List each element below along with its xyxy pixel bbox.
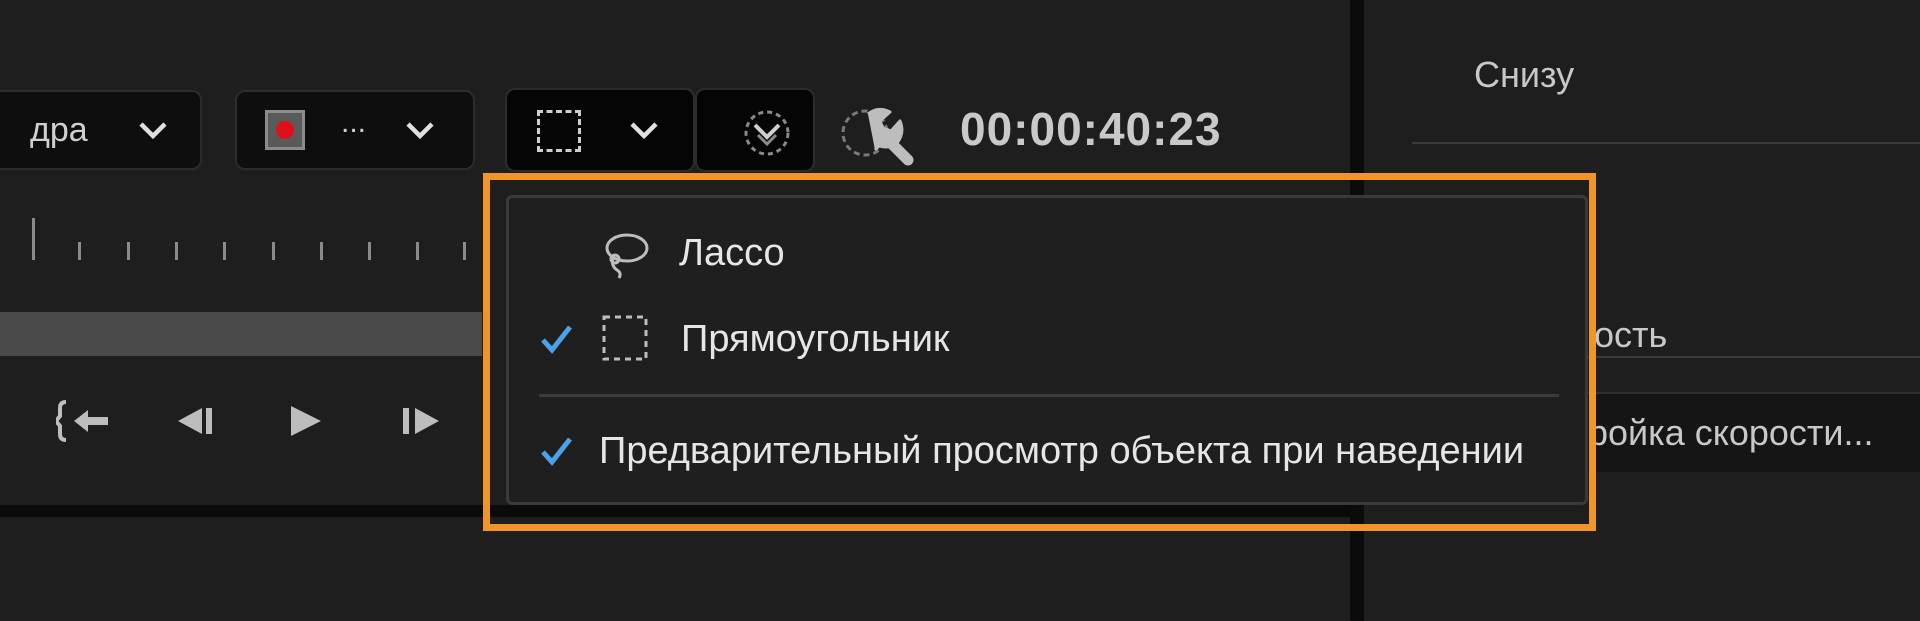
menu-item-label: Предварительный просмотр объекта при нав… [599,430,1525,472]
chevron-down-icon [138,119,167,141]
speed-settings-label: ройка скорости... [1588,412,1874,453]
chevron-down-icon [629,119,658,141]
bottom-label: Снизу [1474,54,1575,95]
menu-item-rectangle[interactable]: Прямоугольник [509,304,1585,374]
chevron-down-icon [405,119,434,141]
panel-divider-horizontal [0,505,1352,517]
settings-wrench-icon[interactable] [838,100,918,166]
record-swatch-icon [265,110,305,150]
timecode-display[interactable]: 00:00:40:23 [960,102,1222,156]
menu-item-hover-preview[interactable]: Предварительный просмотр объекта при нав… [509,416,1585,486]
object-target-icon [741,108,793,163]
frame-dropdown-label: дра [30,110,88,149]
object-select-button[interactable] [695,88,815,172]
rectangle-selection-icon [601,314,651,364]
lasso-icon [599,228,649,279]
selection-mode-dropdown[interactable] [505,88,695,172]
menu-item-label: Лассо [679,232,785,274]
divider [1560,356,1920,358]
divider [1412,142,1920,144]
rectangle-selection-icon [537,110,581,152]
speed-settings-button[interactable]: ройка скорости... [1560,392,1920,472]
record-dropdown[interactable]: ... [235,90,475,170]
step-forward-icon[interactable] [395,398,445,444]
speed-section-label: ость [1594,314,1668,355]
step-back-icon[interactable] [172,398,222,444]
record-dropdown-label: ... [341,106,367,139]
checkmark-icon [539,322,573,356]
scrub-bar[interactable] [0,312,482,356]
go-to-in-point-icon[interactable] [56,398,108,444]
menu-item-label: Прямоугольник [681,318,950,360]
checkmark-icon [539,434,573,468]
timeline-ruler[interactable] [0,210,470,260]
selection-mode-menu: Лассо Прямоугольник Предварительный прос… [506,195,1588,505]
play-icon[interactable] [285,398,335,444]
frame-dropdown[interactable]: дра [0,90,202,170]
menu-item-lasso[interactable]: Лассо [509,220,1585,290]
menu-separator [539,394,1559,397]
